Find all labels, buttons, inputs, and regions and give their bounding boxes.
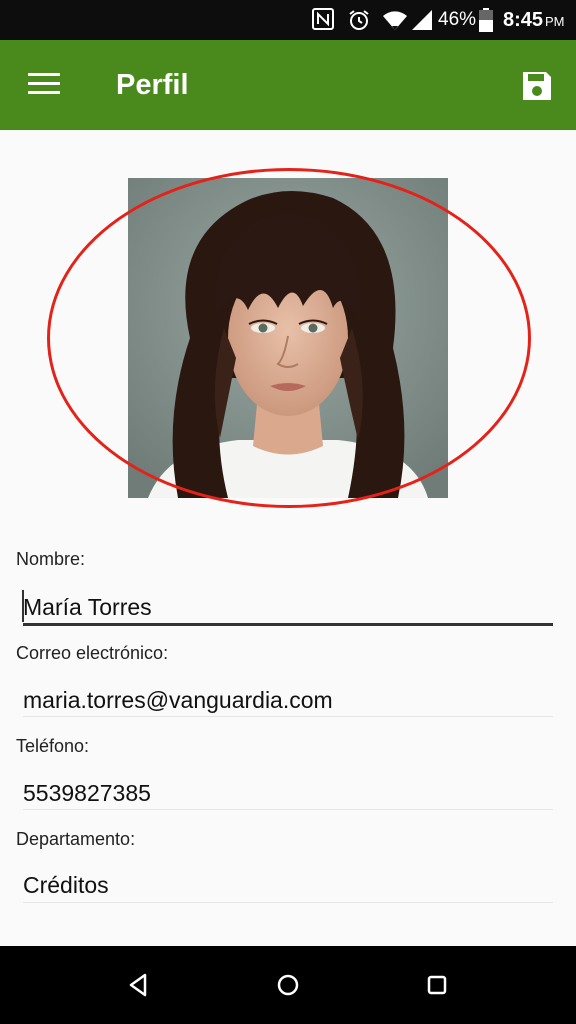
nfc-icon bbox=[312, 8, 334, 30]
profile-photo-image bbox=[128, 178, 448, 498]
back-icon bbox=[129, 973, 147, 997]
back-button[interactable] bbox=[121, 968, 155, 1002]
save-button[interactable] bbox=[520, 69, 554, 103]
phone-field-underline bbox=[23, 809, 553, 810]
recents-icon bbox=[427, 975, 447, 995]
email-field-underline bbox=[23, 716, 553, 717]
app-bar: Perfil bbox=[0, 40, 576, 130]
signal-icon bbox=[412, 10, 432, 30]
profile-photo[interactable] bbox=[128, 178, 448, 498]
clock-time: 8:45 bbox=[503, 9, 544, 31]
clock-ampm: PM bbox=[545, 14, 565, 29]
name-field-underline bbox=[23, 623, 553, 626]
save-icon bbox=[523, 72, 551, 100]
page-title: Perfil bbox=[116, 69, 189, 101]
menu-button[interactable] bbox=[28, 72, 60, 96]
name-field[interactable] bbox=[23, 590, 553, 624]
home-icon bbox=[277, 974, 299, 996]
department-field-underline bbox=[23, 902, 553, 903]
battery-icon bbox=[479, 8, 493, 32]
wifi-icon bbox=[383, 11, 407, 30]
email-field[interactable] bbox=[23, 683, 553, 717]
battery-percentage: 46% bbox=[438, 9, 477, 30]
phone-label: Teléfono: bbox=[16, 736, 90, 756]
text-caret bbox=[22, 590, 24, 622]
email-label: Correo electrónico: bbox=[16, 643, 169, 663]
home-button[interactable] bbox=[271, 968, 305, 1002]
department-field[interactable] bbox=[23, 868, 553, 902]
name-label: Nombre: bbox=[16, 549, 86, 569]
department-label: Departamento: bbox=[16, 829, 136, 849]
alarm-icon bbox=[349, 10, 369, 30]
status-bar: 46% 8:45 PM bbox=[0, 0, 576, 40]
phone-field[interactable] bbox=[23, 776, 553, 810]
recents-button[interactable] bbox=[420, 968, 454, 1002]
menu-icon bbox=[28, 73, 60, 94]
navigation-bar bbox=[0, 946, 576, 1024]
